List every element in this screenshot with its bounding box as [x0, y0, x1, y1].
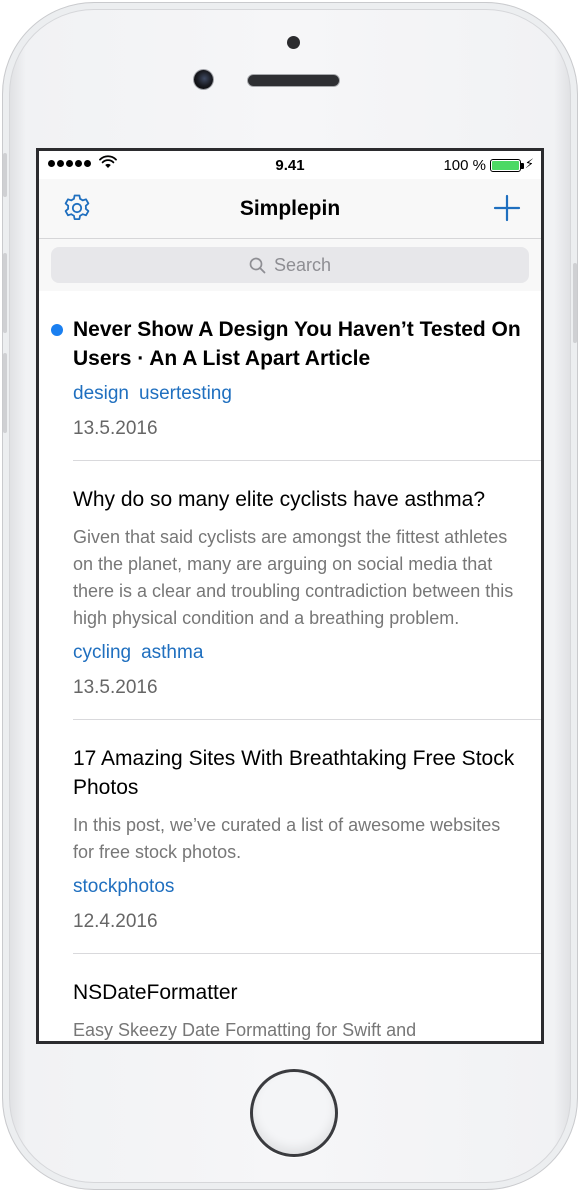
item-date: 12.4.2016 — [73, 911, 158, 932]
tag-link[interactable]: usertesting — [139, 380, 232, 407]
proximity-sensor — [287, 36, 300, 49]
item-tags: stockphotos — [73, 873, 521, 900]
battery-percent: 100 % — [443, 157, 486, 174]
volume-up-button — [3, 253, 7, 333]
bookmark-list: Never Show A Design You Haven’t Tested O… — [39, 291, 541, 1041]
app-screen: 9.41 100 % ⚡ Simplepin Search Never Show… — [36, 148, 544, 1044]
front-camera — [194, 70, 213, 89]
list-item[interactable]: Why do so many elite cyclists have asthm… — [73, 460, 541, 719]
tag-link[interactable]: cycling — [73, 639, 131, 666]
list-item[interactable]: Never Show A Design You Haven’t Tested O… — [39, 291, 541, 460]
battery-icon — [490, 159, 524, 172]
item-description: Given that said cyclists are amongst the… — [73, 527, 514, 628]
item-tags: design usertesting — [73, 380, 521, 407]
navigation-bar: Simplepin — [39, 179, 541, 239]
item-title: Why do so many elite cyclists have asthm… — [73, 488, 486, 511]
home-button[interactable] — [250, 1069, 338, 1157]
item-title: Never Show A Design You Haven’t Tested O… — [73, 318, 521, 370]
item-date: 13.5.2016 — [73, 677, 158, 698]
search-bar-container: Search — [39, 239, 541, 291]
tag-link[interactable]: stockphotos — [73, 873, 174, 900]
plus-icon[interactable] — [491, 192, 523, 224]
item-date: 13.5.2016 — [73, 418, 158, 439]
volume-down-button — [3, 353, 7, 433]
item-title: 17 Amazing Sites With Breathtaking Free … — [73, 747, 515, 799]
list-item[interactable]: 17 Amazing Sites With Breathtaking Free … — [73, 719, 541, 953]
search-placeholder: Search — [273, 254, 332, 275]
earpiece-speaker — [248, 75, 339, 86]
mute-switch — [3, 153, 7, 197]
list-item[interactable]: NSDateFormatter Easy Skeezy Date Formatti… — [73, 953, 541, 1041]
tag-link[interactable]: design — [73, 380, 129, 407]
status-bar: 9.41 100 % ⚡ — [39, 151, 541, 179]
page-title: Simplepin — [239, 197, 341, 220]
power-button — [573, 263, 577, 343]
item-description: Easy Skeezy Date Formatting for Swift an… — [73, 1020, 417, 1040]
item-description: In this post, we’ve curated a list of aw… — [73, 815, 501, 862]
item-tags: cycling asthma — [73, 639, 521, 666]
bolt-icon: ⚡ — [524, 156, 534, 171]
search-input[interactable]: Search — [51, 247, 529, 283]
item-title: NSDateFormatter — [73, 981, 238, 1004]
unread-dot-icon — [51, 324, 63, 336]
tag-link[interactable]: asthma — [141, 639, 203, 666]
search-icon — [249, 257, 266, 273]
